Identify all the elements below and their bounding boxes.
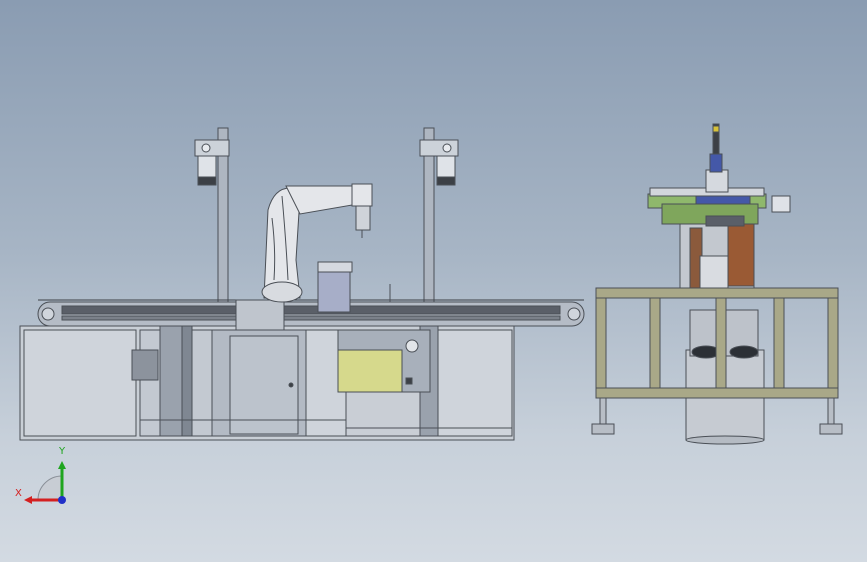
x-axis-arrowhead <box>24 496 32 504</box>
x-axis-label: X <box>15 488 22 499</box>
conveyor-belt <box>37 299 585 327</box>
left-assembly-conveyor-cell <box>19 127 585 441</box>
gripper-block <box>317 265 351 313</box>
press-head <box>647 123 791 289</box>
gripper-block-top <box>317 261 353 273</box>
y-axis-arrowhead <box>58 461 66 469</box>
robot-pedestal <box>235 299 285 331</box>
left-vertical-post <box>217 127 229 329</box>
coordinate-triad: X Y <box>15 446 66 504</box>
z-axis-dot <box>58 496 66 504</box>
triad-quarter-disc <box>37 475 63 501</box>
y-axis-label: Y <box>58 446 66 457</box>
station-frame <box>595 287 839 399</box>
right-assembly-station <box>591 123 843 445</box>
base-frame <box>19 325 515 441</box>
robot-arm <box>261 183 373 303</box>
cad-viewport[interactable]: X Y <box>0 0 867 562</box>
